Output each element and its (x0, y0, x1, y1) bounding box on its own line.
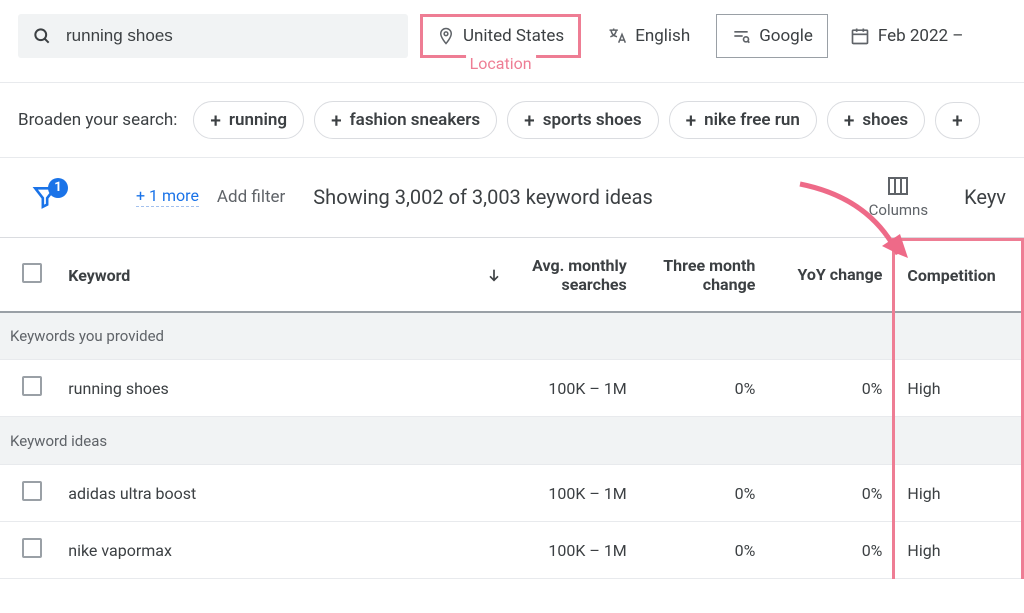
row-checkbox[interactable] (22, 538, 42, 558)
cell-yoy: 0% (765, 465, 894, 522)
cell-keyword[interactable]: adidas ultra boost (58, 465, 430, 522)
search-box[interactable] (18, 14, 408, 58)
plus-icon: + (844, 111, 855, 130)
network-text: Google (759, 26, 813, 46)
cell-three: 0% (637, 360, 766, 417)
cell-comp: High (894, 360, 1023, 417)
add-filter-button[interactable]: Add filter (217, 187, 285, 207)
section-provided: Keywords you provided (0, 312, 1023, 360)
table-row: running shoes 100K – 1M 0% 0% High (0, 360, 1023, 417)
date-text: Feb 2022 – (878, 26, 964, 46)
row-checkbox[interactable] (22, 376, 42, 396)
row-checkbox[interactable] (22, 481, 42, 501)
columns-label: Columns (869, 201, 928, 219)
col-three-month[interactable]: Three monthchange (637, 240, 766, 312)
plus-icon: + (524, 111, 535, 130)
showing-text: Showing 3,002 of 3,003 keyword ideas (313, 185, 653, 209)
table-row: nike vapormax 100K – 1M 0% 0% High (0, 522, 1023, 579)
columns-icon (886, 174, 910, 198)
network-icon (731, 26, 751, 46)
col-avg-searches[interactable]: Avg. monthlysearches (430, 240, 637, 312)
broaden-pill-more[interactable]: + (935, 102, 980, 139)
select-all-checkbox[interactable] (22, 263, 42, 283)
sort-down-icon (486, 267, 502, 283)
language-text: English (635, 26, 690, 46)
table-header-row: Keyword Avg. monthlysearches Three month… (0, 240, 1023, 312)
date-selector[interactable]: Feb 2022 – (840, 14, 974, 58)
cell-three: 0% (637, 465, 766, 522)
broaden-row: Broaden your search: +running +fashion s… (0, 83, 1024, 157)
plus-icon: + (952, 111, 963, 130)
cell-keyword[interactable]: running shoes (58, 360, 430, 417)
top-toolbar: United States Location English Google Fe… (0, 0, 1024, 82)
broaden-pill[interactable]: +sports shoes (507, 101, 658, 139)
broaden-pill[interactable]: +running (193, 101, 304, 139)
calendar-icon (850, 26, 870, 46)
col-competition[interactable]: Competition (894, 240, 1023, 312)
cell-avg: 100K – 1M (430, 465, 637, 522)
section-ideas: Keyword ideas (0, 417, 1023, 465)
col-keyword[interactable]: Keyword (58, 240, 430, 312)
search-input[interactable] (52, 26, 394, 46)
cell-three: 0% (637, 522, 766, 579)
location-selector[interactable]: United States Location (420, 14, 581, 58)
language-selector[interactable]: English (593, 14, 704, 58)
cell-avg: 100K – 1M (430, 522, 637, 579)
cell-comp: High (894, 522, 1023, 579)
keyword-table: Keyword Avg. monthlysearches Three month… (0, 238, 1024, 579)
cell-keyword[interactable]: nike vapormax (58, 522, 430, 579)
search-icon (32, 26, 52, 46)
keyword-view-cut: Keyv (964, 185, 1006, 209)
filter-funnel[interactable]: 1 (32, 184, 58, 210)
location-annotation: Location (466, 54, 536, 73)
cell-yoy: 0% (765, 360, 894, 417)
plus-icon: + (210, 111, 221, 130)
plus-icon: + (331, 111, 342, 130)
table-row: adidas ultra boost 100K – 1M 0% 0% High (0, 465, 1023, 522)
broaden-pill[interactable]: +nike free run (669, 101, 817, 139)
broaden-pill[interactable]: +shoes (827, 101, 925, 139)
filter-count-badge: 1 (48, 178, 68, 198)
cell-yoy: 0% (765, 522, 894, 579)
filter-row: 1 + 1 more Add filter Showing 3,002 of 3… (0, 158, 1024, 238)
location-pin-icon (437, 27, 455, 45)
location-text: United States (463, 26, 564, 46)
cell-avg: 100K – 1M (430, 360, 637, 417)
cell-comp: High (894, 465, 1023, 522)
plus-icon: + (686, 111, 697, 130)
translate-icon (607, 26, 627, 46)
col-yoy[interactable]: YoY change (765, 240, 894, 312)
network-selector[interactable]: Google (716, 14, 828, 58)
more-filters-link[interactable]: + 1 more (136, 186, 199, 207)
columns-button[interactable]: Columns (869, 174, 928, 219)
broaden-pill[interactable]: +fashion sneakers (314, 101, 497, 139)
broaden-label: Broaden your search: (18, 110, 177, 130)
